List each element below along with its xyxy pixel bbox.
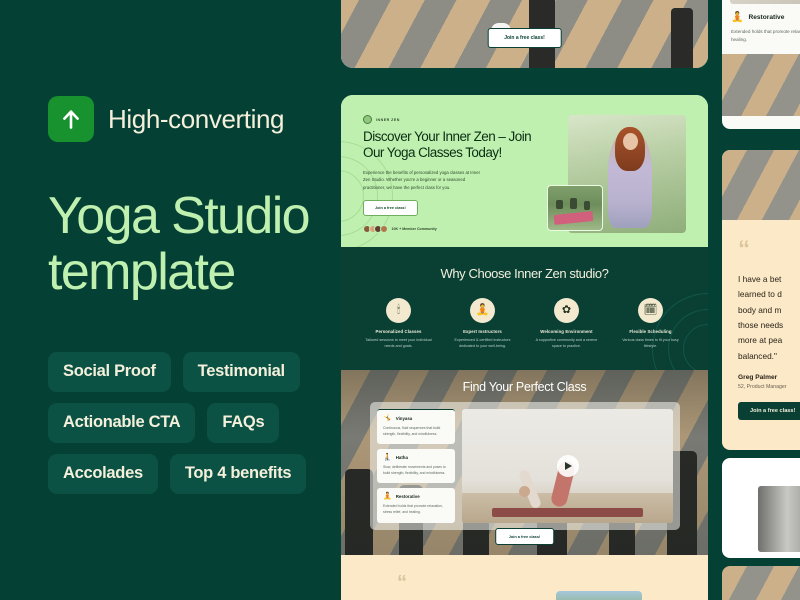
- person-leg: [671, 8, 693, 68]
- brand-tagline: High-converting: [108, 103, 285, 134]
- benefit-desc: Experienced & certified instructors dedi…: [454, 338, 511, 349]
- hero-cta-button[interactable]: Join a free class!: [363, 200, 418, 217]
- vinyasa-icon: 🤸: [383, 414, 392, 422]
- peek-class-title: Restorative: [748, 14, 785, 22]
- why-choose-heading: Why Choose Inner Zen studio?: [440, 266, 609, 281]
- candle-icon: 🕯: [386, 298, 411, 323]
- peek-class-desc: Extended holds that promote relaxation, …: [731, 28, 800, 43]
- benefit-desc: A supportive community and a serene spac…: [535, 338, 598, 349]
- benefit-title: Personalized Classes: [375, 329, 422, 334]
- hero-media-group: [547, 115, 686, 237]
- tag-faqs[interactable]: FAQs: [207, 403, 280, 444]
- hero-section: INNER ZEN Discover Your Inner Zen – Join…: [341, 95, 708, 247]
- brand-row: High-converting: [48, 96, 340, 142]
- testimonial-author-role: 52, Product Manager: [738, 384, 787, 391]
- arrow-up-icon: [48, 96, 94, 142]
- restorative-icon: 🧘: [731, 11, 744, 23]
- peek-white-image: [758, 486, 800, 552]
- find-class-heading: Find Your Perfect Class: [462, 379, 587, 394]
- person-silhouette: [556, 200, 564, 209]
- class-desc: Continuous, fluid sequences that build s…: [383, 425, 441, 436]
- why-choose-section: Why Choose Inner Zen studio? 🕯 Personali…: [341, 247, 708, 370]
- top-card-cta-button[interactable]: Join a free class!: [487, 28, 562, 48]
- calendar-icon: 🗓: [638, 298, 663, 323]
- class-card-vinyasa[interactable]: 🤸 Vinyasa Continuous, fluid sequences th…: [377, 408, 455, 444]
- testimonial-author-name: Greg Palmer: [738, 374, 778, 382]
- tag-testimonial[interactable]: Testimonial: [182, 352, 300, 393]
- hero-photo-secondary: [547, 185, 604, 231]
- peek-card-classes[interactable]: Slow, deliberate movements and poses to …: [722, 0, 800, 129]
- hero-heading: Discover Your Inner Zen – Join Our Yoga …: [363, 129, 532, 161]
- class-selector-panel: 🤸 Vinyasa Continuous, fluid sequences th…: [370, 401, 680, 530]
- testimonial-photo: [556, 590, 642, 600]
- site-logo-label: INNER ZEN: [376, 117, 400, 122]
- class-card-hatha[interactable]: 🧎 Hatha Slow, deliberate movements and p…: [377, 448, 455, 484]
- person-silhouette: [345, 468, 373, 555]
- class-video-player[interactable]: [462, 408, 673, 523]
- studio-floor-photo: [722, 53, 800, 116]
- studio-floor-photo: Join a free class!: [341, 0, 708, 68]
- benefit-title: Expert Instructors: [463, 329, 502, 334]
- testimonial-cta-button[interactable]: Join a free class!: [738, 402, 800, 421]
- tag-social-proof[interactable]: Social Proof: [48, 352, 171, 393]
- person-silhouette: [570, 198, 578, 209]
- testimonial-section-preview: “: [341, 554, 708, 600]
- quote-mark-icon: “: [397, 571, 407, 594]
- class-title: Vinyasa: [395, 415, 413, 421]
- lotus-icon: ✿: [554, 298, 579, 323]
- class-title: Restorative: [395, 494, 420, 500]
- person-silhouette: [584, 201, 591, 210]
- preview-card-main[interactable]: INNER ZEN Discover Your Inner Zen – Join…: [341, 95, 708, 600]
- benefit-title: Welcoming Environment: [540, 329, 593, 334]
- benefit-item-personalized-classes: 🕯 Personalized Classes Tailored sessions…: [365, 298, 433, 350]
- hatha-icon: 🧎: [383, 453, 392, 461]
- testimonial-quote: I have a bet learned to d body and m tho…: [738, 274, 784, 361]
- left-intro-panel: High-converting Yoga Studio template Soc…: [0, 0, 340, 600]
- site-logo[interactable]: INNER ZEN: [363, 115, 537, 124]
- avatar-group: [363, 225, 388, 234]
- outdoor-yoga-mat: [553, 210, 594, 225]
- benefit-item-welcoming-environment: ✿ Welcoming Environment A supportive com…: [533, 298, 601, 350]
- quote-mark-icon: “: [738, 236, 750, 263]
- preview-card-top-partial[interactable]: Join a free class!: [341, 0, 708, 68]
- meditation-icon: 🧘: [470, 298, 495, 323]
- avatar: [379, 225, 388, 234]
- find-class-cta-button[interactable]: Join a free class!: [494, 527, 555, 545]
- yoga-mat-graphic: [491, 507, 644, 517]
- feature-tag-list: Social Proof Testimonial Actionable CTA …: [48, 352, 316, 495]
- lotus-logo-icon: [363, 115, 372, 124]
- restorative-icon: 🧘: [383, 493, 392, 501]
- tag-accolades[interactable]: Accolades: [48, 454, 158, 495]
- peek-class-card-restorative[interactable]: 🧘 Restorative Extended holds that promot…: [722, 4, 800, 45]
- class-list: 🤸 Vinyasa Continuous, fluid sequences th…: [377, 408, 455, 523]
- class-title: Hatha: [395, 454, 408, 460]
- benefit-item-flexible-scheduling: 🗓 Flexible Scheduling Various class time…: [617, 298, 685, 350]
- right-preview-column: Slow, deliberate movements and poses to …: [722, 0, 800, 600]
- page-title: Yoga Studio template: [48, 187, 311, 302]
- play-icon[interactable]: [556, 454, 579, 477]
- tag-top-4-benefits[interactable]: Top 4 benefits: [169, 454, 307, 495]
- benefit-title: Flexible Scheduling: [629, 329, 672, 334]
- template-preview-column: Join a free class! INNER ZEN Discover Yo…: [341, 0, 708, 600]
- class-desc: Slow, deliberate movements and poses to …: [383, 464, 446, 476]
- testimonial-header-photo: [722, 150, 800, 220]
- peek-card-testimonial[interactable]: “ I have a bet learned to d body and m t…: [722, 150, 800, 450]
- benefits-grid: 🕯 Personalized Classes Tailored sessions…: [341, 298, 708, 350]
- class-desc: Extended holds that promote relaxation, …: [383, 504, 443, 515]
- peek-card-white[interactable]: [722, 458, 800, 558]
- social-proof-label: 10K + Member Community: [391, 227, 437, 232]
- find-class-section: Find Your Perfect Class 🤸 Vinyasa Contin…: [341, 369, 708, 555]
- class-card-restorative[interactable]: 🧘 Restorative Extended holds that promot…: [377, 488, 455, 523]
- social-proof-row: 10K + Member Community: [363, 225, 537, 234]
- benefit-item-expert-instructors: 🧘 Expert Instructors Experienced & certi…: [449, 298, 517, 350]
- benefit-desc: Various class times to fit your busy lif…: [622, 338, 679, 349]
- tag-actionable-cta[interactable]: Actionable CTA: [48, 403, 196, 444]
- hero-body-text: Experience the benefits of personalized …: [363, 169, 481, 190]
- peek-card-floor[interactable]: [722, 566, 800, 600]
- benefit-desc: Tailored sessions to meet your individua…: [365, 338, 432, 349]
